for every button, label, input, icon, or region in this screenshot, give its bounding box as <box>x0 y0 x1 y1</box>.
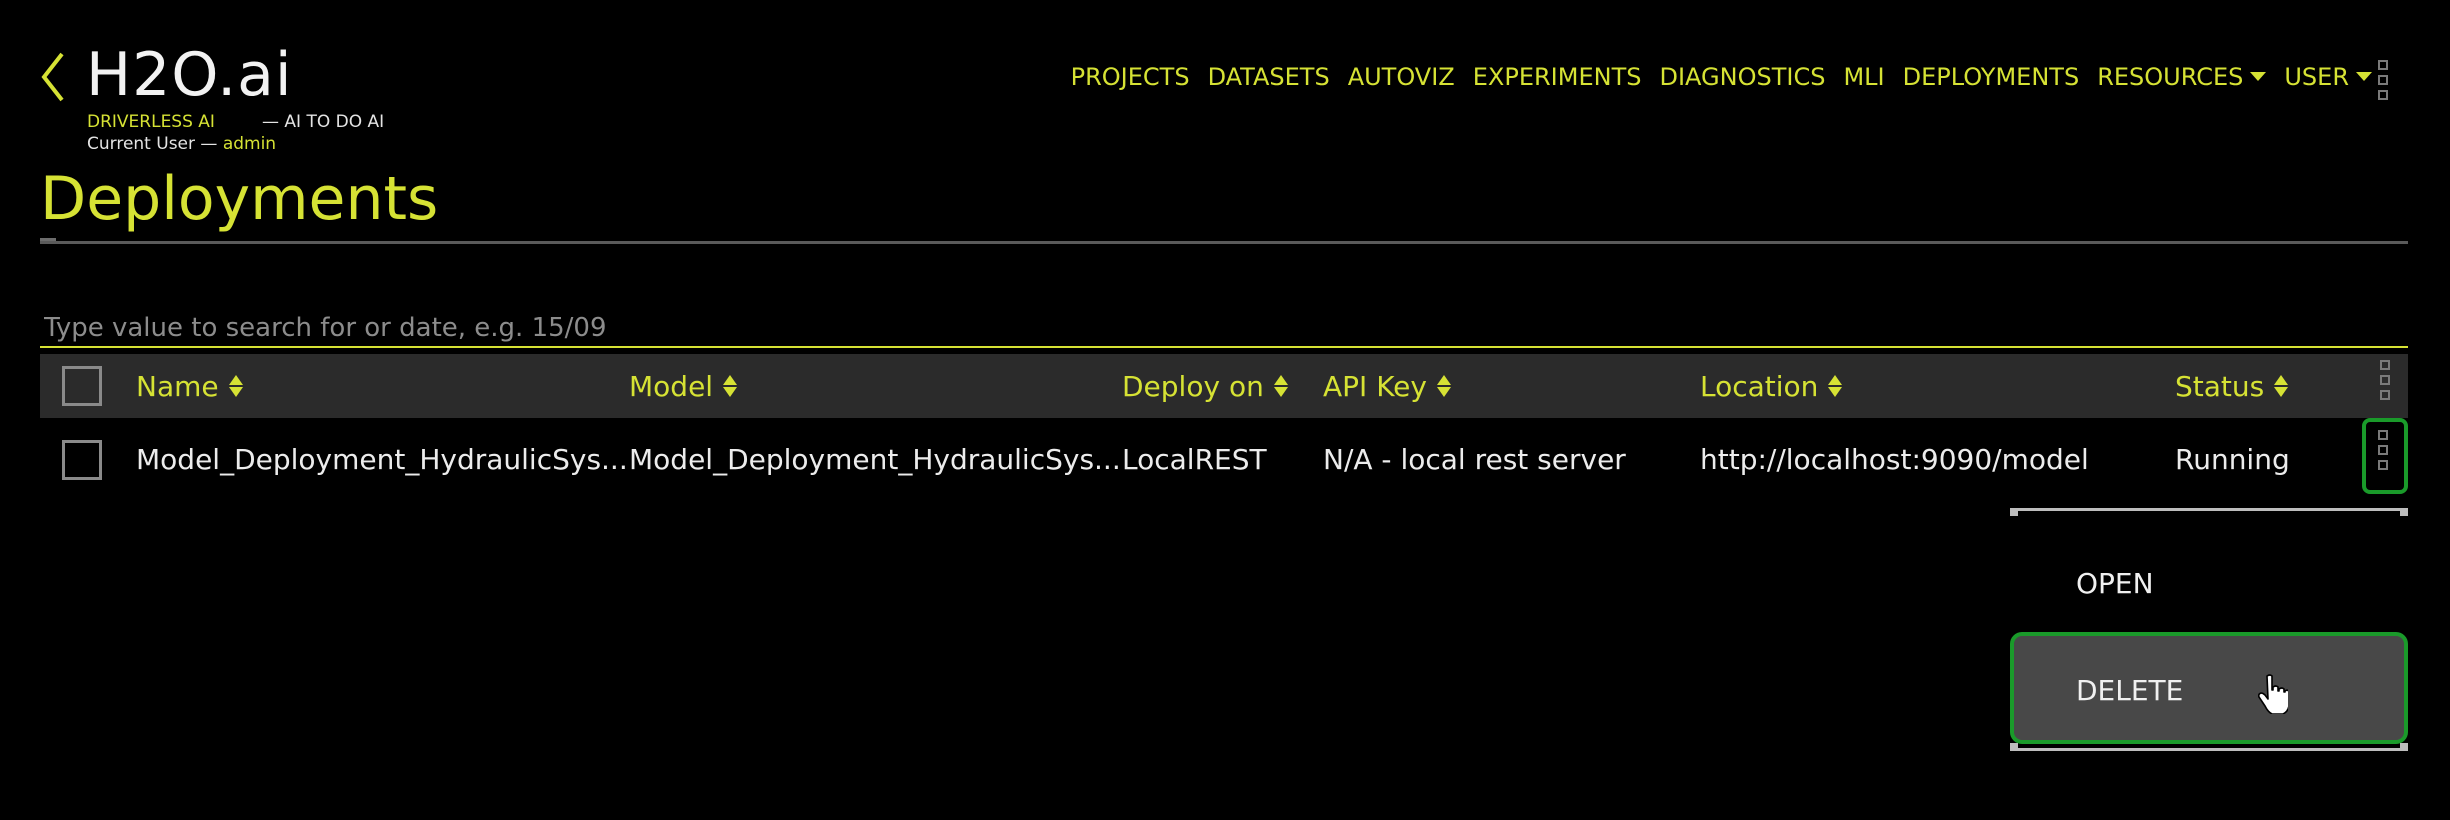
current-user-line: Current User — admin <box>87 134 276 154</box>
nav-user-label: USER <box>2284 63 2349 91</box>
hand-pointer-icon <box>2258 674 2288 714</box>
nav-deployments[interactable]: DEPLOYMENTS <box>1903 62 2080 92</box>
sort-icon <box>1828 374 1843 398</box>
column-header-status[interactable]: Status <box>2175 354 2289 418</box>
kebab-menu-icon <box>2378 430 2392 475</box>
column-header-api-key[interactable]: API Key <box>1323 354 1451 418</box>
nav-mli[interactable]: MLI <box>1843 62 1884 92</box>
column-label: Location <box>1700 369 1819 403</box>
nav-user-dropdown[interactable]: USER <box>2284 62 2372 92</box>
caret-down-icon <box>2250 72 2267 81</box>
sort-icon <box>1273 374 1288 398</box>
caret-down-icon <box>2356 72 2372 81</box>
cell-name: Model_Deployment_HydraulicSys... <box>136 442 628 476</box>
column-label: Status <box>2175 369 2265 403</box>
brand-product: DRIVERLESS AI <box>87 112 215 132</box>
brand-tagline: — AI TO DO AI <box>262 112 385 132</box>
nav-experiments[interactable]: EXPERIMENTS <box>1473 62 1642 92</box>
menu-item-open[interactable]: OPEN <box>2010 550 2408 616</box>
brand-logo[interactable]: H2O.ai <box>86 40 293 110</box>
search-input[interactable] <box>40 310 2408 348</box>
cell-status: Running <box>2175 442 2290 476</box>
menu-item-delete[interactable]: DELETE <box>2010 632 2408 744</box>
column-header-name[interactable]: Name <box>136 354 243 418</box>
sort-icon <box>1436 374 1451 398</box>
sort-icon <box>228 374 243 398</box>
column-header-model[interactable]: Model <box>629 354 738 418</box>
cell-location[interactable]: http://localhost:9090/model <box>1700 418 2089 500</box>
row-actions-button[interactable] <box>2362 418 2408 494</box>
nav-resources-dropdown[interactable]: RESOURCES <box>2097 62 2267 92</box>
page-title: Deployments <box>40 164 439 234</box>
table-row[interactable]: Model_Deployment_HydraulicSys... Model_D… <box>40 418 2408 500</box>
deployments-page: H2O.ai DRIVERLESS AI — AI TO DO AI Curre… <box>0 0 2450 820</box>
nav-diagnostics[interactable]: DIAGNOSTICS <box>1659 62 1825 92</box>
current-user-label: Current User — <box>87 134 218 154</box>
cell-api-key: N/A - local rest server <box>1323 442 1626 476</box>
select-all-checkbox[interactable] <box>62 366 102 406</box>
menu-top-edge <box>2010 508 2408 516</box>
nav-autoviz[interactable]: AUTOVIZ <box>1348 62 1455 92</box>
cell-deploy-on: LocalREST <box>1122 442 1267 476</box>
row-context-menu: OPEN DELETE <box>2010 508 2408 754</box>
nav-projects[interactable]: PROJECTS <box>1071 62 1190 92</box>
column-label: Model <box>629 369 714 403</box>
menu-bottom-edge <box>2010 743 2408 751</box>
sort-icon <box>2274 374 2289 398</box>
row-checkbox[interactable] <box>62 440 102 480</box>
column-label: Deploy on <box>1122 369 1264 403</box>
column-options-icon[interactable] <box>2380 360 2394 405</box>
top-nav: PROJECTS DATASETS AUTOVIZ EXPERIMENTS DI… <box>1071 62 2372 92</box>
title-divider <box>40 238 2408 244</box>
column-label: API Key <box>1323 369 1427 403</box>
column-header-location[interactable]: Location <box>1700 354 1843 418</box>
current-user-name: admin <box>222 134 277 154</box>
nav-datasets[interactable]: DATASETS <box>1208 62 1330 92</box>
back-chevron-icon[interactable] <box>38 52 68 102</box>
nav-resources-label: RESOURCES <box>2097 63 2244 91</box>
cell-model: Model_Deployment_HydraulicSys... <box>629 442 1121 476</box>
grid-menu-icon[interactable] <box>2378 60 2392 104</box>
column-label: Name <box>136 369 219 403</box>
column-header-deploy-on[interactable]: Deploy on <box>1122 354 1288 418</box>
sort-icon <box>723 374 738 398</box>
table-header: Name Model Deploy on API Key Location St… <box>40 354 2408 418</box>
